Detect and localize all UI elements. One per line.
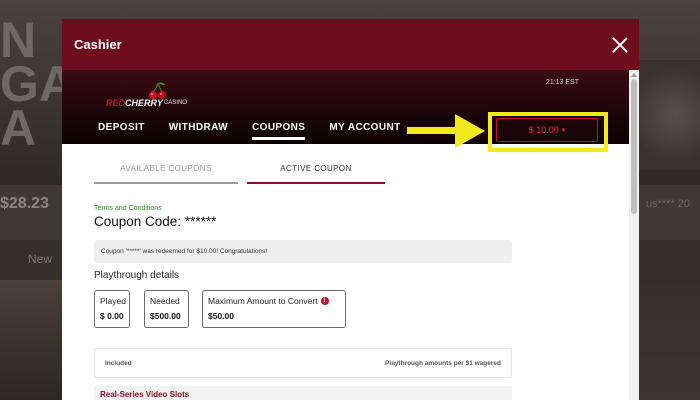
coupons-content: AVAILABLE COUPONS ACTIVE COUPON Terms an…	[62, 144, 629, 400]
logo-text-casino: CASINO	[163, 100, 187, 106]
annotation-highlight-box	[488, 112, 608, 152]
modal-title: Cashier	[74, 37, 122, 52]
stat-needed: Needed $500.00	[144, 290, 189, 328]
stat-label: Played	[100, 296, 126, 306]
tab-deposit[interactable]: DEPOSIT	[86, 122, 157, 140]
tab-my-account[interactable]: MY ACCOUNT	[317, 122, 412, 140]
tab-available-coupons[interactable]: AVAILABLE COUPONS	[94, 164, 238, 184]
redeem-alert: Coupon '*****' was redeemed for $10.00! …	[94, 240, 512, 263]
logo-text-red: RED	[106, 98, 126, 108]
cherry-icon	[149, 82, 166, 99]
background-user-text: us**** 20	[645, 198, 690, 210]
close-icon[interactable]	[611, 36, 629, 54]
redcherry-logo: RED CHERRY CASINO	[106, 82, 187, 110]
coupon-subtabs: AVAILABLE COUPONS ACTIVE COUPON	[94, 164, 385, 184]
annotation-arrow-icon	[407, 114, 485, 148]
stat-max-convert: Maximum Amount to Convert i $50.00	[202, 290, 346, 328]
playthrough-title: Playthrough details	[94, 270, 180, 281]
coupon-code: Coupon Code: ******	[94, 214, 217, 229]
included-label: Included	[105, 359, 132, 367]
stat-label: Needed	[150, 296, 180, 306]
playthrough-rate-label: Playthrough amounts per $1 wagered	[385, 359, 501, 367]
terms-link[interactable]: Terms and Conditions	[94, 205, 162, 212]
modal-header: Cashier	[62, 19, 639, 70]
clock: 21:13 EST	[545, 79, 579, 86]
stat-label-row: Maximum Amount to Convert i	[208, 296, 340, 306]
stat-value: $50.00	[208, 311, 234, 321]
background-balance: $28.23	[0, 195, 49, 212]
background-art-right	[638, 60, 700, 170]
cashier-nav: DEPOSIT WITHDRAW COUPONS MY ACCOUNT	[86, 122, 413, 140]
background-banner-text: N GA A	[0, 18, 62, 156]
tab-withdraw[interactable]: WITHDRAW	[157, 122, 240, 140]
stat-value: $500.00	[150, 311, 181, 321]
stat-played: Played $ 0.00	[94, 290, 130, 328]
scrollbar-thumb[interactable]	[631, 79, 637, 214]
background-new-label: New	[28, 252, 53, 266]
tab-coupons[interactable]: COUPONS	[240, 122, 317, 140]
stat-value: $ 0.00	[100, 311, 124, 321]
stat-label: Maximum Amount to Convert	[208, 296, 318, 306]
scroll-up-icon[interactable]	[631, 73, 637, 77]
cashier-modal: Cashier 21:13 EST RED CHERRY CASINO DEPO…	[62, 19, 639, 400]
background-art-left	[0, 280, 62, 400]
section-video-slots[interactable]: Real-Series Video Slots	[94, 386, 512, 400]
info-icon[interactable]: i	[320, 297, 329, 305]
included-row: Included Playthrough amounts per $1 wage…	[94, 348, 512, 378]
tab-active-coupon[interactable]: ACTIVE COUPON	[247, 164, 385, 184]
